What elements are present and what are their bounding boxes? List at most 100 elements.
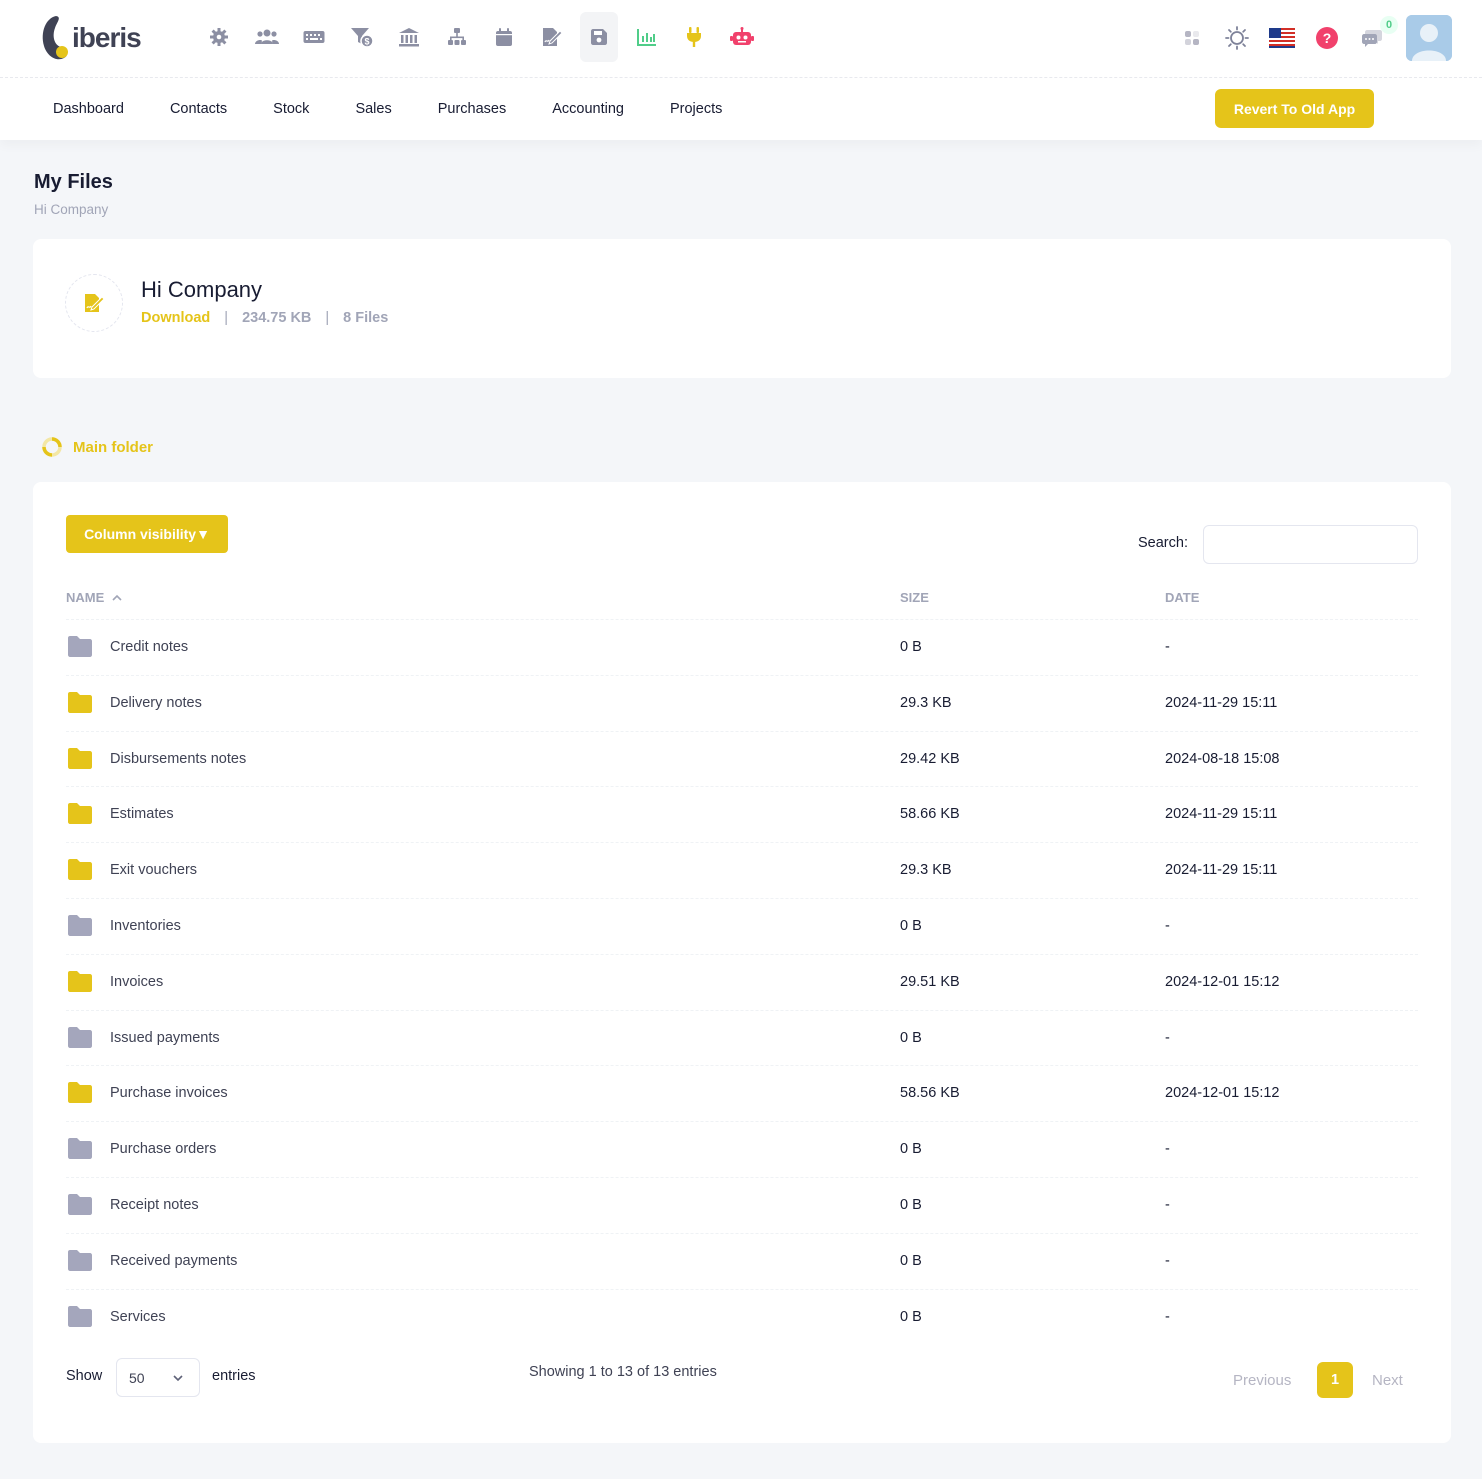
previous-page-button[interactable]: Previous [1233,1372,1291,1389]
file-name[interactable]: Receipt notes [110,1197,199,1213]
folder-icon [68,1026,92,1048]
table-row[interactable]: Receipt notes 0 B - [66,1178,1418,1234]
page-size-value: 50 [129,1369,145,1386]
nav-item-purchases[interactable]: Purchases [415,101,530,117]
folder-icon [68,1082,92,1104]
download-link[interactable]: Download [141,310,210,326]
search-label: Search: [1138,535,1188,551]
next-page-button[interactable]: Next [1372,1372,1403,1389]
calendar-icon[interactable] [485,12,523,62]
file-name[interactable]: Services [110,1309,166,1325]
nav-item-projects[interactable]: Projects [647,101,745,117]
folder-icon [68,803,92,825]
main-nav: Dashboard Contacts Stock Sales Purchases… [0,78,1482,140]
user-silhouette-icon [1406,15,1452,61]
table-row[interactable]: Credit notes 0 B - [66,620,1418,676]
column-header-name-label: NAME [66,590,105,605]
file-size: 29.51 KB [900,973,960,990]
page-subtitle: Hi Company [34,202,109,217]
file-name[interactable]: Purchase invoices [110,1085,228,1101]
robot-icon[interactable] [723,12,761,62]
show-label: Show [66,1368,103,1384]
folder-icon [68,747,92,769]
table-row[interactable]: Exit vouchers 29.3 KB 2024-11-29 15:11 [66,843,1418,899]
file-signature-icon[interactable] [533,12,571,62]
file-size: 0 B [900,1029,922,1046]
logo-mark-icon [42,16,68,60]
breadcrumb-main-folder: Main folder [73,438,154,456]
file-size: 29.3 KB [900,694,952,711]
file-date: 2024-11-29 15:11 [1165,694,1278,711]
file-name[interactable]: Delivery notes [110,695,202,711]
logo[interactable]: iberis [40,14,142,62]
column-header-date[interactable]: DATE [1165,590,1199,605]
nav-item-stock[interactable]: Stock [250,101,332,117]
table-row[interactable]: Received payments 0 B - [66,1234,1418,1290]
file-name[interactable]: Invoices [110,974,163,990]
company-name: Hi Company [141,277,263,302]
nav-item-sales[interactable]: Sales [332,101,414,117]
file-name[interactable]: Received payments [110,1253,237,1269]
table-row[interactable]: Purchase orders 0 B - [66,1122,1418,1178]
file-name[interactable]: Purchase orders [110,1141,216,1157]
table-row[interactable]: Issued payments 0 B - [66,1011,1418,1067]
sort-asc-icon [112,594,122,601]
table-row[interactable]: Services 0 B - [66,1290,1418,1346]
table-row[interactable]: Invoices 29.51 KB 2024-12-01 15:12 [66,955,1418,1011]
file-size: 0 B [900,917,922,934]
sitemap-icon[interactable] [438,12,476,62]
us-flag-icon[interactable] [1266,22,1298,54]
chat-icon[interactable]: 0 [1356,16,1398,54]
help-icon[interactable]: ? [1311,22,1343,54]
file-date: - [1165,1196,1170,1213]
avatar[interactable] [1406,15,1452,61]
table-row[interactable]: Estimates 58.66 KB 2024-11-29 15:11 [66,787,1418,844]
breadcrumb[interactable]: Main folder [34,430,161,464]
file-count: 8 Files [343,310,389,326]
nav-item-contacts[interactable]: Contacts [147,101,250,117]
folder-icon [68,636,92,657]
file-date: 2024-08-18 15:08 [1165,750,1280,767]
table-row[interactable]: Inventories 0 B - [66,899,1418,955]
file-name[interactable]: Credit notes [110,639,188,655]
users-icon[interactable] [248,12,286,62]
revert-old-app-button[interactable]: Revert To Old App [1215,89,1374,128]
chart-bar-icon[interactable] [628,12,666,62]
file-name[interactable]: Issued payments [110,1030,220,1046]
file-size: 0 B [900,1141,922,1158]
column-visibility-button[interactable]: Column visibility▼ [66,515,228,553]
file-name[interactable]: Estimates [110,806,174,822]
folder-icon [68,1249,92,1271]
page-1-button[interactable]: 1 [1317,1362,1353,1398]
file-date: - [1165,1252,1170,1269]
bank-icon[interactable] [390,12,428,62]
filter-dollar-icon[interactable]: $ [343,12,381,62]
folder-icon [68,691,92,713]
table-row[interactable]: Delivery notes 29.3 KB 2024-11-29 15:11 [66,676,1418,732]
table-row[interactable]: Purchase invoices 58.56 KB 2024-12-01 15:1… [66,1066,1418,1123]
nav-item-accounting[interactable]: Accounting [529,101,647,117]
file-size: 0 B [900,1308,922,1325]
nav-item-dashboard[interactable]: Dashboard [30,101,147,117]
table-row[interactable]: Disbursements notes 29.42 KB 2024-08-18 15… [66,732,1418,788]
page-size-select[interactable]: 50 [116,1358,200,1397]
file-size: 58.66 KB [900,806,960,823]
total-size: 234.75 KB [242,310,312,326]
column-header-name[interactable]: NAME [66,590,123,605]
chevron-down-icon [173,1375,183,1382]
file-size: 29.42 KB [900,750,960,767]
gear-icon[interactable] [200,12,238,62]
company-meta: Download | 234.75 KB | 8 Files [141,310,388,326]
file-date: - [1165,639,1170,655]
save-icon[interactable] [580,12,618,62]
search-input[interactable] [1203,525,1418,564]
apps-icon[interactable] [1176,22,1208,54]
plug-icon[interactable] [675,12,713,62]
keyboard-icon[interactable] [295,12,333,62]
file-name[interactable]: Disbursements notes [110,751,246,767]
file-name[interactable]: Exit vouchers [110,862,197,878]
column-header-size[interactable]: SIZE [900,590,929,605]
header-actions: ? 0 [1163,14,1452,62]
file-name[interactable]: Inventories [110,918,181,934]
sun-icon[interactable] [1221,22,1253,54]
